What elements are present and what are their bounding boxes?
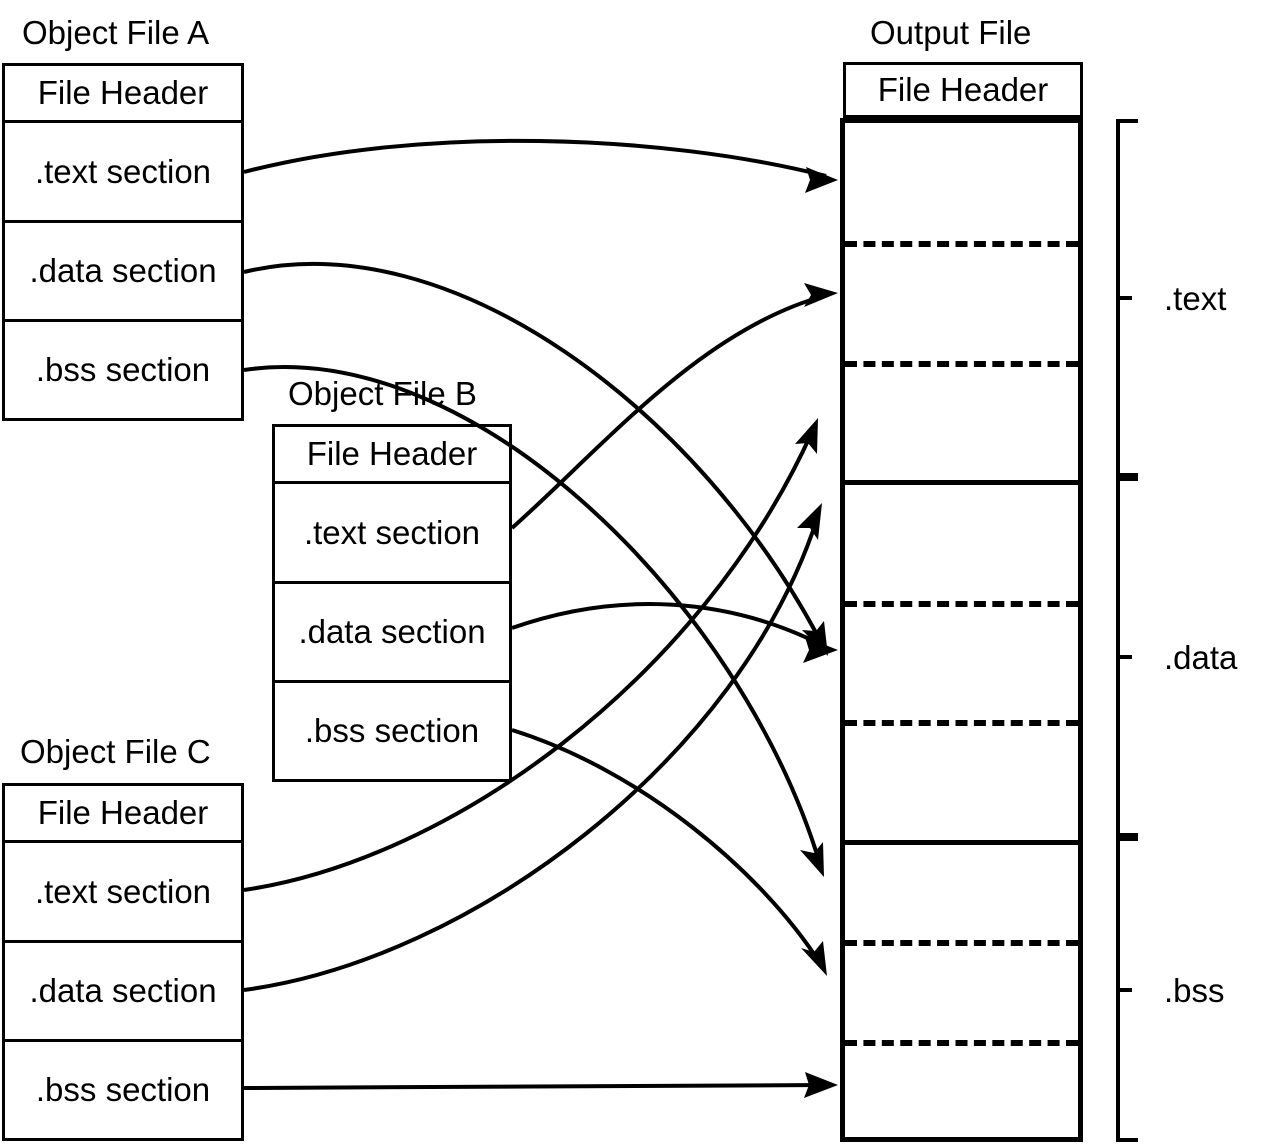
object-file-b-row-text: .text section (275, 481, 509, 581)
object-file-b-box: File Header .text section .data section … (272, 424, 512, 782)
output-slot-divider-text-1 (845, 241, 1078, 247)
object-file-b-row-data: .data section (275, 581, 509, 680)
object-file-c-row-text: .text section (5, 840, 241, 940)
output-file-body-box (840, 118, 1083, 1142)
output-file-title: Output File (870, 14, 1032, 51)
object-file-a-row-bss: .bss section (5, 319, 241, 418)
arrow-b-data-to-output (511, 602, 838, 663)
object-file-c-data-label: .data section (29, 972, 217, 1009)
object-file-c-box: File Header .text section .data section … (2, 783, 244, 1141)
bracket-data-tick (1116, 655, 1132, 659)
object-file-c-text-label: .text section (34, 872, 212, 910)
arrow-b-text-to-output (510, 283, 838, 530)
object-file-b-data-label: .data section (298, 613, 486, 650)
bracket-text-label: .text (1164, 280, 1227, 317)
bracket-text-tick (1116, 296, 1132, 300)
object-file-a-row-file-header: File Header (5, 66, 241, 120)
object-file-b-bss-label: .bss section (304, 712, 480, 749)
object-file-b-file-header-label: File Header (306, 435, 478, 472)
output-slot-divider-bss-1 (845, 940, 1078, 946)
object-file-a-box: File Header .text section .data section … (2, 63, 244, 421)
object-file-c-row-bss: .bss section (5, 1039, 241, 1138)
output-slot-divider-bss-2 (845, 1040, 1078, 1046)
output-file-header-box: File Header (843, 62, 1083, 118)
object-file-a-row-data: .data section (5, 220, 241, 319)
arrow-c-bss-to-output (243, 1072, 838, 1098)
bracket-data-label: .data (1164, 639, 1238, 676)
output-slot-divider-data-1 (845, 601, 1078, 607)
output-file-header-label: File Header (877, 71, 1049, 108)
object-file-c-title: Object File C (20, 733, 211, 770)
object-file-b-title: Object File B (288, 375, 477, 412)
arrow-b-bss-to-output (511, 728, 827, 976)
object-file-a-bss-label: .bss section (35, 351, 211, 388)
bracket-bss-label: .bss (1164, 972, 1225, 1009)
object-file-a-text-label: .text section (34, 152, 212, 190)
object-file-c-row-file-header: File Header (5, 786, 241, 840)
object-file-a-row-text: .text section (5, 120, 241, 220)
object-file-a-data-label: .data section (29, 252, 217, 289)
output-slot-divider-text-2 (845, 361, 1078, 367)
object-file-c-row-data: .data section (5, 940, 241, 1039)
object-file-a-title: Object File A (22, 14, 210, 51)
object-file-b-row-bss: .bss section (275, 680, 509, 779)
arrow-a-text-to-output (243, 138, 838, 193)
object-file-c-bss-label: .bss section (35, 1071, 211, 1108)
object-file-b-row-file-header: File Header (275, 427, 509, 481)
object-file-a-file-header-label: File Header (37, 74, 209, 111)
bracket-bss-tick (1116, 988, 1132, 992)
linker-section-merge-diagram: Object File A File Header .text section … (0, 0, 1266, 1146)
object-file-b-text-label: .text section (303, 513, 481, 551)
object-file-c-file-header-label: File Header (37, 794, 209, 831)
output-separator-data-bss (845, 840, 1078, 845)
output-slot-divider-data-2 (845, 720, 1078, 726)
output-separator-text-data (845, 480, 1078, 485)
